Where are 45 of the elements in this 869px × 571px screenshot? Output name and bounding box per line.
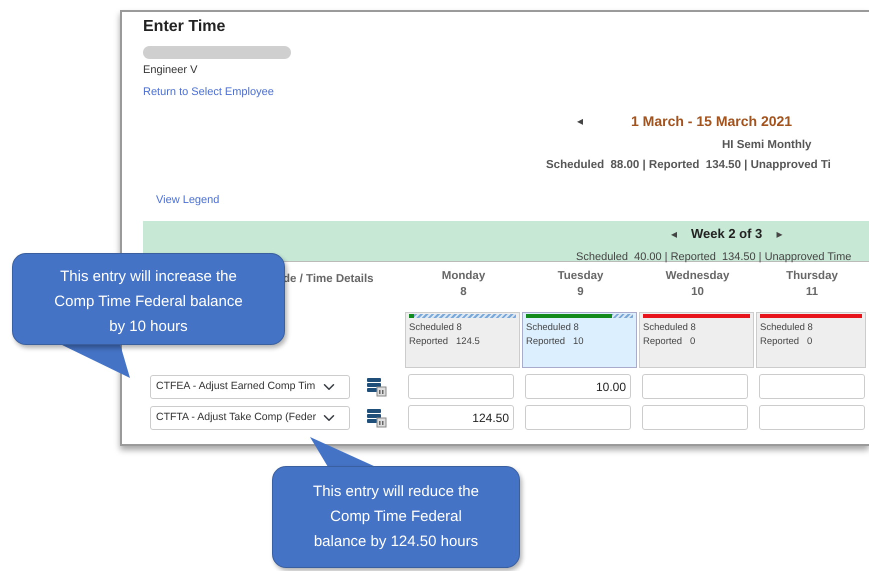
scheduled-text: Scheduled 8 <box>760 321 814 335</box>
reported-text: Reported 0 <box>760 335 814 350</box>
hours-field[interactable] <box>642 405 748 430</box>
hours-field[interactable] <box>642 374 748 399</box>
day-name: Wednesday <box>664 269 730 284</box>
day-date: 8 <box>459 285 468 300</box>
week-summary: Scheduled 40.00 | Reported 134.50 | Unapproved Time <box>576 250 852 264</box>
return-link[interactable]: Return to Select Employee <box>143 86 274 98</box>
scheduled-text: Scheduled 8 <box>643 321 697 335</box>
period-title: 1 March - 15 March 2021 <box>631 112 792 130</box>
job-title: Engineer V <box>143 63 198 78</box>
previous-period-button[interactable]: ◂ <box>577 112 583 130</box>
hours-field[interactable] <box>408 374 514 399</box>
time-code-dropdown[interactable]: CTFTA - Adjust Take Comp (Feder <box>150 406 350 430</box>
callout-pointer <box>60 344 130 378</box>
period-summary: Scheduled 88.00 | Reported 134.50 | Unapproved Ti <box>546 158 832 173</box>
schedule-name: HI Semi Monthly <box>721 138 812 152</box>
day-name: Tuesday <box>556 269 604 284</box>
time-code-dropdown[interactable]: CTFEA - Adjust Earned Comp Tim <box>150 374 350 398</box>
day-date: 10 <box>690 285 705 300</box>
day-summary-card[interactable]: Scheduled 8 Reported 0 <box>756 312 866 368</box>
reported-text: Reported 10 <box>526 335 585 350</box>
day-date: 9 <box>576 285 585 300</box>
details-icon[interactable] <box>367 408 387 428</box>
day-name: Monday <box>440 269 486 284</box>
reported-text: Reported 124.5 <box>409 335 481 350</box>
reported-text: Reported 0 <box>643 335 696 350</box>
day-date: 11 <box>804 285 820 300</box>
details-icon[interactable] <box>367 376 387 396</box>
day-name: Thursday <box>785 269 839 284</box>
hours-field[interactable] <box>759 405 865 430</box>
day-summary-card[interactable]: Scheduled 8 Reported 0 <box>639 312 754 368</box>
hours-field[interactable] <box>759 374 865 399</box>
next-week-button[interactable]: ▸ <box>776 224 782 243</box>
week-title: Week 2 of 3 <box>691 225 762 243</box>
scheduled-text: Scheduled 8 <box>526 321 580 335</box>
day-summary-card[interactable]: Scheduled 8 Reported 124.5 <box>405 312 520 368</box>
legend-link[interactable]: View Legend <box>156 192 220 208</box>
scheduled-text: Scheduled 8 <box>409 321 463 335</box>
hours-field[interactable]: 10.00 <box>525 374 631 399</box>
page-title: Enter Time <box>143 17 226 37</box>
hours-field[interactable]: 124.50 <box>408 405 514 430</box>
previous-week-button[interactable]: ◂ <box>671 224 677 243</box>
hours-field[interactable] <box>525 405 631 430</box>
day-summary-card[interactable]: Scheduled 8 Reported 10 <box>522 312 637 368</box>
